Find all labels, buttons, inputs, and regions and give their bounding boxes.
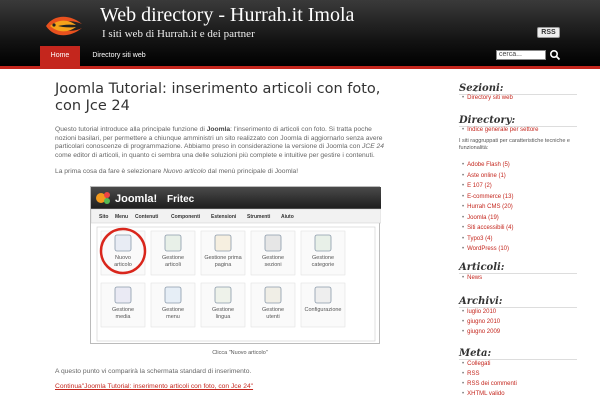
config-icon <box>314 286 332 304</box>
intro-text-e: come editor di articoli, in quanto ci se… <box>55 152 375 160</box>
meta-item-2[interactable]: RSS dei commenti <box>462 381 517 387</box>
archive-item-0[interactable]: luglio 2010 <box>462 309 496 315</box>
directory-item-8[interactable]: WordPress (10) <box>462 246 509 252</box>
post-paragraph-step1: La prima cosa da fare è selezionare Nuov… <box>55 168 385 177</box>
intro-text-a: Questo tutorial introduce alla principal… <box>55 126 207 133</box>
intro-text-jce: JCE 24 <box>362 143 384 151</box>
post-title[interactable]: Joomla Tutorial: inserimento articoli co… <box>55 81 395 115</box>
site-logo-icon[interactable] <box>40 6 88 46</box>
post-paragraph-intro: Questo tutorial introduce alla principal… <box>55 126 385 161</box>
nav-home[interactable]: Home <box>40 46 80 66</box>
nav-accent-bar <box>0 66 600 69</box>
joomla-icon-label: Gestione <box>262 255 284 261</box>
joomla-icon-label: lingua <box>216 314 232 320</box>
meta-item-0[interactable]: Collegati <box>462 361 490 367</box>
directory-item-5[interactable]: Joomla (19) <box>462 215 499 221</box>
rss-button[interactable]: RSS <box>537 27 560 38</box>
divider <box>459 307 577 308</box>
frontpage-icon <box>214 234 232 252</box>
directory-item-7[interactable]: Typo3 (4) <box>462 236 492 242</box>
users-icon <box>264 286 282 304</box>
continue-reading-link[interactable]: Continua"Joomla Tutorial: inserimento ar… <box>55 383 253 390</box>
widget-title-directory: Directory: <box>459 115 516 126</box>
media-icon <box>114 286 132 304</box>
directory-item-1[interactable]: Aste online (1) <box>462 173 506 179</box>
language-icon <box>214 286 232 304</box>
joomla-icon-label: utenti <box>266 314 279 320</box>
joomla-menu-item: Componenti <box>171 214 201 220</box>
nav-directory[interactable]: Directory siti web <box>80 46 158 66</box>
joomla-menu-item: Contenuti <box>135 214 159 220</box>
joomla-icon-label: Gestione <box>212 307 234 313</box>
joomla-screenshot-image: Joomla! Fritec Sito Menu Contenuti Componen… <box>90 186 382 344</box>
joomla-icon-label: articolo <box>114 262 132 268</box>
sections-icon <box>264 234 282 252</box>
archive-item-2[interactable]: giugno 2009 <box>462 329 500 335</box>
image-caption: Clicca "Nuovo articolo" <box>212 350 268 356</box>
joomla-icon-label: Gestione <box>162 255 184 261</box>
widget-title-sezioni: Sezioni: <box>459 83 504 94</box>
joomla-menu-item: Aiuto <box>281 214 294 220</box>
joomla-icon-label: Nuovo <box>115 255 131 261</box>
directory-item-0[interactable]: Adobe Flash (5) <box>462 162 510 168</box>
step1-text-a: La prima cosa da fare è selezionare <box>55 168 164 175</box>
widget-title-articoli: Articoli: <box>459 262 505 273</box>
search-icon[interactable] <box>549 49 561 61</box>
joomla-menu-item: Sito <box>99 214 108 220</box>
joomla-icon-label: sezioni <box>264 262 281 268</box>
joomla-menu-item: Menu <box>115 214 128 220</box>
search-input[interactable]: cerca... <box>496 50 546 60</box>
meta-item-1[interactable]: RSS <box>462 371 479 377</box>
joomla-menu-item: Strumenti <box>247 214 271 220</box>
categories-icon <box>314 234 332 252</box>
post-paragraph-step2: A questo punto vi comparirà la schermata… <box>55 368 252 375</box>
sidebar-item-directory[interactable]: Directory siti web <box>462 95 513 101</box>
menu-icon <box>164 286 182 304</box>
joomla-logo-text: Joomla! <box>115 193 157 205</box>
joomla-admin-illustration: Joomla! Fritec Sito Menu Contenuti Componen… <box>90 187 382 342</box>
directory-item-6[interactable]: Siti accessibili (4) <box>462 225 513 231</box>
archive-item-1[interactable]: giugno 2010 <box>462 319 500 325</box>
intro-text-joomla: Joomla <box>206 126 231 133</box>
articles-icon <box>164 234 182 252</box>
directory-item-4[interactable]: Hurrah CMS (20) <box>462 204 513 210</box>
divider <box>459 359 577 360</box>
directory-item-2[interactable]: E 107 (2) <box>462 183 492 189</box>
site-title[interactable]: Web directory - Hurrah.it Imola <box>100 4 354 27</box>
joomla-brand-text: Fritec <box>167 194 195 205</box>
joomla-icon-label: Gestione <box>312 255 334 261</box>
new-article-icon <box>114 234 132 252</box>
directory-note: I siti raggruppati per caratteristiche t… <box>459 138 570 151</box>
joomla-menu-item: Estensioni <box>211 214 237 220</box>
joomla-icon-label: Gestione <box>162 307 184 313</box>
step1-text-new-article: Nuovo articolo <box>163 168 206 175</box>
step1-text-c: dal menù principale di Joomla! <box>205 168 299 175</box>
directory-item-3[interactable]: E-commerce (13) <box>462 194 513 200</box>
widget-title-archivi: Archivi: <box>459 296 503 307</box>
joomla-icon-label: media <box>116 314 132 320</box>
joomla-icon-label: Configurazione <box>305 307 342 313</box>
joomla-icon-label: articoli <box>165 262 181 268</box>
sidebar-item-indice[interactable]: Indice generale per settore <box>462 127 538 133</box>
sidebar-item-news[interactable]: News <box>462 275 482 281</box>
widget-title-meta: Meta: <box>459 348 492 359</box>
joomla-icon-label: Gestione <box>112 307 134 313</box>
joomla-icon-label: pagina <box>215 262 232 268</box>
joomla-icon-label: menu <box>166 314 180 320</box>
meta-item-3[interactable]: XHTML valido <box>462 391 504 397</box>
site-description: I siti web di Hurrah.it e dei partner <box>102 28 255 40</box>
joomla-icon-label: Gestione prima <box>204 255 242 261</box>
divider <box>459 273 577 274</box>
joomla-icon-label: Gestione <box>262 307 284 313</box>
joomla-icon-label: categorie <box>312 262 335 268</box>
